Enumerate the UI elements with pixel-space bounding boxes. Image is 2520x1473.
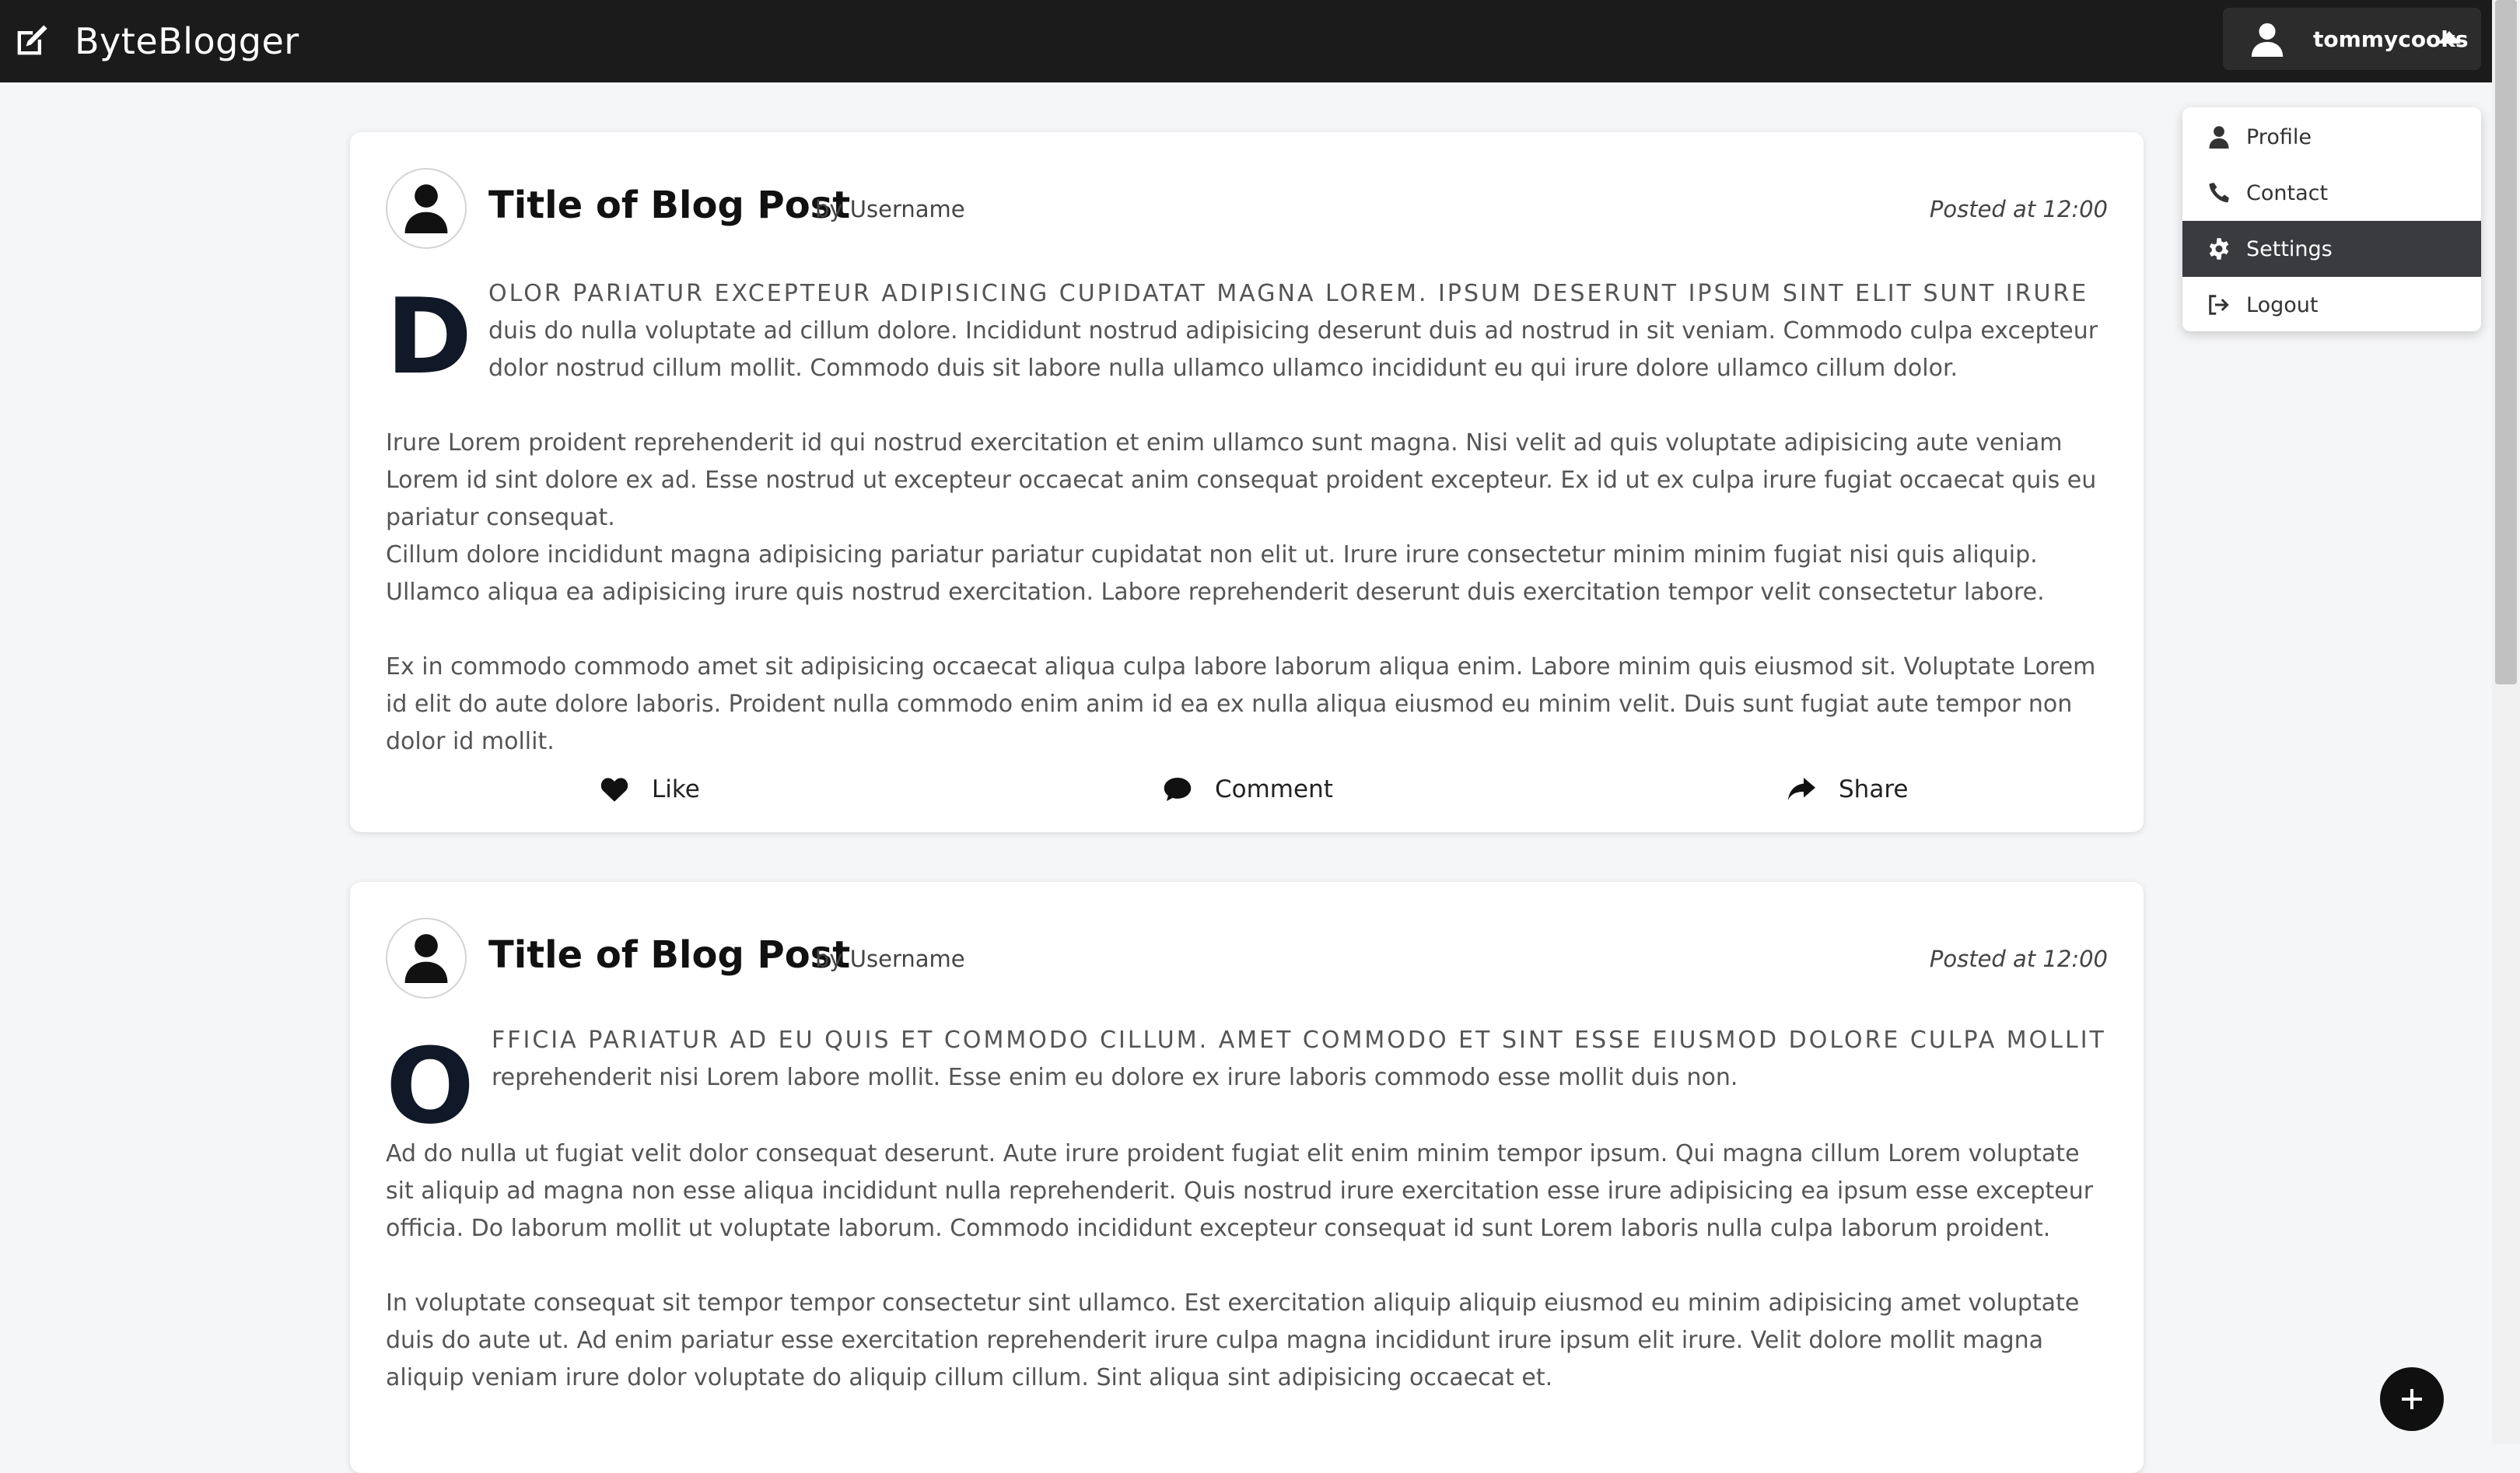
post-author[interactable]: by Username: [815, 196, 965, 222]
plus-icon: [2402, 1389, 2422, 1409]
author-avatar[interactable]: [386, 918, 467, 999]
logout-icon: [2209, 295, 2229, 315]
menu-item-profile[interactable]: Profile: [2182, 109, 2481, 165]
blog-post-card: Title of Blog Post by Username Posted at…: [350, 132, 2144, 832]
menu-item-label: Logout: [2246, 292, 2319, 317]
user-menu-button[interactable]: tommycooks: [2223, 8, 2481, 70]
like-button[interactable]: Like: [600, 766, 700, 813]
blog-post-card: Title of Blog Post by Username Posted at…: [350, 882, 2144, 1473]
share-button[interactable]: Share: [1787, 766, 1908, 813]
post-paragraph: Ex in commodo commodo amet sit adipisici…: [386, 653, 2096, 755]
post-timestamp: Posted at 12:00: [1929, 196, 2108, 222]
user-avatar-icon: [2251, 23, 2284, 57]
lead-rest: reprehenderit nisi Lorem labore mollit. …: [492, 1064, 1738, 1091]
edit-icon: [17, 25, 47, 55]
user-icon: [2209, 126, 2229, 149]
post-title[interactable]: Title of Blog Post: [488, 184, 850, 227]
post-paragraph: Ad do nulla ut fugiat velit dolor conseq…: [386, 1140, 2094, 1242]
heart-icon: [600, 778, 628, 802]
menu-item-logout[interactable]: Logout: [2182, 277, 2481, 331]
top-navbar: ByteBlogger tommycooks: [0, 0, 2492, 82]
comment-icon: [1164, 778, 1192, 801]
scrollbar-thumb[interactable]: [2495, 0, 2517, 684]
post-timestamp: Posted at 12:00: [1929, 946, 2108, 972]
like-label: Like: [652, 775, 700, 803]
post-paragraph: Irure Lorem proident reprehenderit id qu…: [386, 429, 2097, 531]
phone-icon: [2209, 182, 2229, 203]
post-lead: olor pariatur excepteur adipisicing cupi…: [488, 275, 2108, 387]
post-lead: fficia pariatur ad eu quis et commodo ci…: [492, 1022, 2108, 1097]
lead-rest: duis do nulla voluptate ad cillum dolore…: [488, 317, 2098, 382]
brand[interactable]: ByteBlogger: [11, 16, 299, 67]
gear-icon: [2209, 238, 2229, 260]
author-avatar[interactable]: [386, 168, 467, 249]
post-actions: Like Comment Share: [350, 766, 2144, 813]
share-icon: [1787, 778, 1815, 801]
post-paragraph: In voluptate consequat sit tempor tempor…: [386, 1289, 2080, 1391]
share-label: Share: [1839, 775, 1909, 803]
add-post-button[interactable]: [2380, 1367, 2444, 1431]
comment-label: Comment: [1215, 775, 1333, 803]
menu-item-settings[interactable]: Settings: [2182, 221, 2481, 277]
comment-button[interactable]: Comment: [1164, 766, 1333, 813]
user-icon: [404, 184, 448, 233]
menu-item-label: Contact: [2246, 180, 2329, 205]
user-icon: [404, 934, 448, 983]
post-title[interactable]: Title of Blog Post: [488, 933, 850, 977]
post-paragraph: Cillum dolore incididunt magna adipisici…: [386, 541, 2045, 606]
post-author[interactable]: by Username: [815, 946, 965, 972]
user-dropdown-menu: Profile Contact Settings Logout: [2182, 107, 2481, 331]
lead-caps: olor pariatur excepteur adipisicing cupi…: [488, 280, 2089, 307]
scrollbar[interactable]: [2492, 0, 2520, 1444]
caret-up-icon: [2438, 31, 2461, 44]
menu-item-label: Settings: [2246, 236, 2333, 261]
app-name: ByteBlogger: [75, 20, 299, 62]
drop-cap: D: [386, 276, 473, 397]
menu-item-contact[interactable]: Contact: [2182, 165, 2481, 221]
drop-cap: O: [386, 1026, 474, 1147]
menu-item-label: Profile: [2246, 124, 2312, 149]
lead-caps: fficia pariatur ad eu quis et commodo ci…: [492, 1027, 2106, 1054]
